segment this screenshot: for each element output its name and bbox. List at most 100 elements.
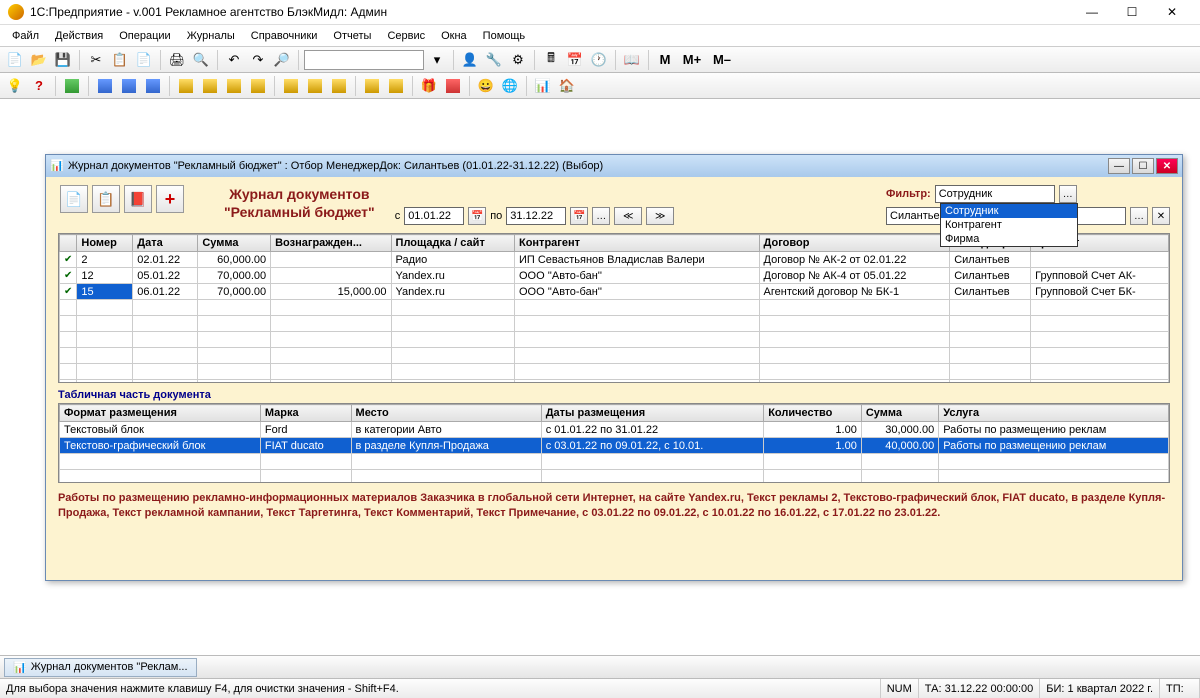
sub-table-row[interactable]: Текстовый блокFordв категории Автос 01.0… xyxy=(60,422,1169,438)
main-col-header[interactable]: Контрагент xyxy=(514,235,759,252)
date-to-cal-icon[interactable]: 📅 xyxy=(570,207,588,225)
menu-operations[interactable]: Операции xyxy=(111,27,178,45)
main-col-header[interactable]: Номер xyxy=(77,235,133,252)
main-col-header[interactable]: Сумма xyxy=(198,235,271,252)
menu-reports[interactable]: Отчеты xyxy=(325,27,379,45)
maximize-button[interactable]: ☐ xyxy=(1112,2,1152,22)
menu-actions[interactable]: Действия xyxy=(47,27,111,45)
redo-icon[interactable] xyxy=(247,49,269,71)
globe-icon[interactable]: 🌐 xyxy=(499,75,521,97)
date-ellipsis-button[interactable]: … xyxy=(592,207,610,225)
mdi-close-button[interactable]: ✕ xyxy=(1156,158,1178,174)
m-minus-button[interactable]: M– xyxy=(708,49,736,71)
main-col-header[interactable] xyxy=(60,235,77,252)
gift-icon[interactable]: 🎁 xyxy=(418,75,440,97)
sub-col-header[interactable]: Сумма xyxy=(861,405,938,422)
open-icon[interactable] xyxy=(28,49,50,71)
clock-icon[interactable]: 🕐 xyxy=(588,49,610,71)
date-from-cal-icon[interactable]: 📅 xyxy=(468,207,486,225)
preview-icon[interactable] xyxy=(190,49,212,71)
date-from-input[interactable] xyxy=(404,207,464,225)
flag-icon[interactable] xyxy=(442,75,464,97)
taskbar-item-journal[interactable]: 📊 Журнал документов "Реклам... xyxy=(4,658,197,677)
table-row[interactable]: ✔1506.01.2270,000.0015,000.00Yandex.ruОО… xyxy=(60,284,1169,300)
copy-doc-button[interactable]: 📋 xyxy=(92,185,120,213)
main-col-header[interactable]: Площадка / сайт xyxy=(391,235,514,252)
sub-table[interactable]: Формат размещенияМаркаМестоДаты размещен… xyxy=(58,403,1170,483)
mdi-titlebar[interactable]: 📊 Журнал документов "Рекламный бюджет" :… xyxy=(46,155,1182,177)
menu-service[interactable]: Сервис xyxy=(379,27,433,45)
new-icon[interactable] xyxy=(4,49,26,71)
main-col-header[interactable]: Вознагражден... xyxy=(271,235,391,252)
chart-icon[interactable]: 📊 xyxy=(532,75,554,97)
syntax-icon[interactable]: ⚙ xyxy=(507,49,529,71)
dropdown-item-employee[interactable]: Сотрудник xyxy=(941,204,1077,218)
add-doc-button[interactable]: + xyxy=(156,185,184,213)
dropdown-item-contractor[interactable]: Контрагент xyxy=(941,218,1077,232)
main-table[interactable]: НомерДатаСуммаВознагражден...Площадка / … xyxy=(58,233,1170,383)
props-icon[interactable]: 🔧 xyxy=(483,49,505,71)
sub-table-row[interactable]: Текстово-графический блокFIAT ducatoв ра… xyxy=(60,438,1169,454)
dropdown-item-firm[interactable]: Фирма xyxy=(941,232,1077,246)
filter-type-input[interactable] xyxy=(935,185,1055,203)
doc2-icon[interactable] xyxy=(304,75,326,97)
sub-col-header[interactable]: Услуга xyxy=(939,405,1169,422)
help-icon[interactable] xyxy=(28,75,50,97)
close-button[interactable]: ✕ xyxy=(1152,2,1192,22)
sub-col-header[interactable]: Марка xyxy=(260,405,351,422)
nav-first-button[interactable]: ≪ xyxy=(614,207,642,225)
book2-icon[interactable] xyxy=(118,75,140,97)
m-plus-button[interactable]: M+ xyxy=(678,49,706,71)
sub-col-header[interactable]: Количество xyxy=(764,405,862,422)
wizard-icon[interactable]: 👤 xyxy=(459,49,481,71)
table-row[interactable]: ✔1205.01.2270,000.00Yandex.ruООО ''Авто-… xyxy=(60,268,1169,284)
find-icon[interactable] xyxy=(271,49,293,71)
book3-icon[interactable] xyxy=(142,75,164,97)
toolbar-combo[interactable] xyxy=(304,50,424,70)
menu-help[interactable]: Помощь xyxy=(475,27,534,45)
rep1-icon[interactable] xyxy=(361,75,383,97)
paste-icon[interactable] xyxy=(133,49,155,71)
sub-col-header[interactable]: Формат размещения xyxy=(60,405,261,422)
filter-clear-button[interactable]: ✕ xyxy=(1152,207,1170,225)
main-col-header[interactable]: Дата xyxy=(133,235,198,252)
box1-icon[interactable] xyxy=(175,75,197,97)
mdi-maximize-button[interactable]: ☐ xyxy=(1132,158,1154,174)
combo-dropdown-icon[interactable]: ▾ xyxy=(426,49,448,71)
save-icon[interactable] xyxy=(52,49,74,71)
info-icon[interactable]: 💡 xyxy=(4,75,26,97)
doc3-icon[interactable] xyxy=(328,75,350,97)
rep2-icon[interactable] xyxy=(385,75,407,97)
menu-file[interactable]: Файл xyxy=(4,27,47,45)
copy-icon[interactable] xyxy=(109,49,131,71)
sub-col-header[interactable]: Даты размещения xyxy=(541,405,764,422)
table-row[interactable]: ✔202.01.2260,000.00РадиоИП Севастьянов В… xyxy=(60,252,1169,268)
cube-icon[interactable] xyxy=(61,75,83,97)
face-icon[interactable]: 😀 xyxy=(475,75,497,97)
box3-icon[interactable] xyxy=(223,75,245,97)
filter-value-ellipsis-button[interactable]: … xyxy=(1130,207,1148,225)
nav-last-button[interactable]: ≫ xyxy=(646,207,674,225)
menu-journals[interactable]: Журналы xyxy=(179,27,243,45)
sub-col-header[interactable]: Место xyxy=(351,405,541,422)
undo-icon[interactable] xyxy=(223,49,245,71)
book-icon[interactable]: 📖 xyxy=(621,49,643,71)
filter-type-dropdown-icon[interactable]: … xyxy=(1059,185,1077,203)
calculator-icon[interactable] xyxy=(540,49,562,71)
menu-catalogs[interactable]: Справочники xyxy=(243,27,326,45)
doc1-icon[interactable] xyxy=(280,75,302,97)
menu-windows[interactable]: Окна xyxy=(433,27,475,45)
print-icon[interactable] xyxy=(166,49,188,71)
book1-icon[interactable] xyxy=(94,75,116,97)
mdi-minimize-button[interactable]: — xyxy=(1108,158,1130,174)
box2-icon[interactable] xyxy=(199,75,221,97)
box4-icon[interactable] xyxy=(247,75,269,97)
calendar-icon[interactable] xyxy=(564,49,586,71)
minimize-button[interactable]: — xyxy=(1072,2,1112,22)
main-col-header[interactable]: Договор xyxy=(759,235,950,252)
date-to-input[interactable] xyxy=(506,207,566,225)
doc-icon-button[interactable]: 📄 xyxy=(60,185,88,213)
m-button[interactable]: M xyxy=(654,49,676,71)
home-icon[interactable]: 🏠 xyxy=(556,75,578,97)
cut-icon[interactable] xyxy=(85,49,107,71)
